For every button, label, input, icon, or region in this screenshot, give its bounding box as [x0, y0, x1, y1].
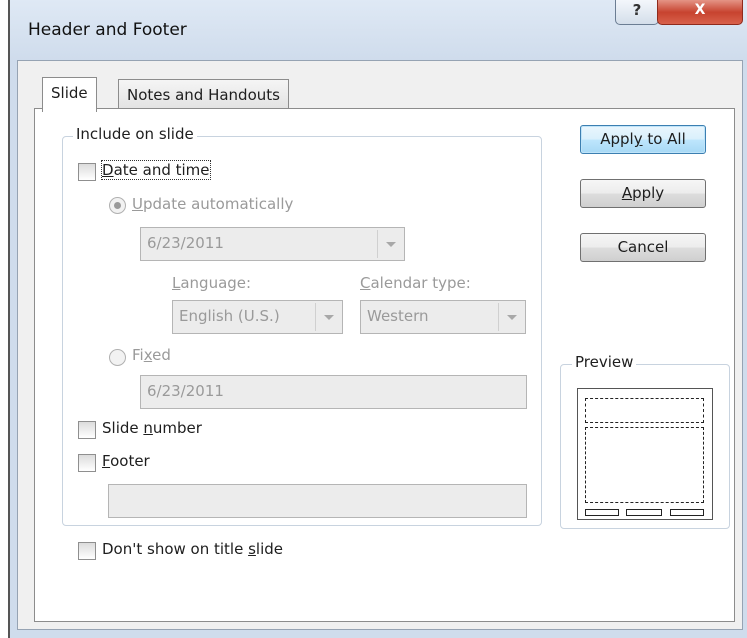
language-dropdown[interactable]: English (U.S.) [172, 300, 343, 334]
slide-number-checkbox[interactable] [78, 421, 96, 439]
help-button[interactable]: ? [615, 0, 659, 25]
preview-title-placeholder [585, 398, 704, 423]
preview-group [560, 364, 730, 529]
footer-label[interactable]: Footer [102, 452, 150, 470]
help-icon: ? [632, 1, 642, 19]
language-label: Language: [172, 274, 252, 292]
chevron-down-icon [315, 303, 340, 331]
title-bar[interactable]: Header and Footer ? X [10, 0, 747, 60]
tab-notes-and-handouts[interactable]: Notes and Handouts [118, 79, 289, 110]
tab-notes-label: Notes and Handouts [127, 86, 280, 104]
date-format-dropdown[interactable]: 6/23/2011 [140, 227, 405, 261]
cancel-button[interactable]: Cancel [580, 233, 706, 262]
fixed-radio[interactable] [109, 349, 126, 366]
tab-slide[interactable]: Slide [42, 77, 97, 112]
tab-slide-label: Slide [51, 84, 88, 102]
dont-show-title-slide-label[interactable]: Don't show on title slide [102, 540, 283, 558]
dialog-window: Header and Footer ? X Slide Notes and Ha… [8, 0, 747, 638]
slide-number-label[interactable]: Slide number [102, 419, 202, 437]
update-automatically-label[interactable]: Update automatically [132, 195, 293, 213]
update-automatically-radio[interactable] [109, 197, 126, 214]
window-title: Header and Footer [28, 20, 187, 40]
chevron-down-icon [377, 230, 402, 258]
include-group-legend: Include on slide [73, 125, 197, 143]
footer-text-input[interactable] [108, 484, 527, 518]
close-button[interactable]: X [657, 0, 743, 25]
calendar-type-label: Calendar type: [360, 274, 471, 292]
apply-to-all-button[interactable]: Apply to All [580, 125, 706, 154]
preview-date-placeholder [585, 509, 619, 516]
footer-checkbox[interactable] [78, 454, 96, 472]
apply-button[interactable]: Apply [580, 179, 706, 208]
language-value: English (U.S.) [179, 307, 280, 325]
preview-legend: Preview [572, 353, 637, 371]
dialog-client: Slide Notes and Handouts Include on slid… [17, 60, 743, 630]
calendar-type-value: Western [367, 307, 429, 325]
date-time-label[interactable]: Date and time [101, 160, 211, 180]
fixed-date-value: 6/23/2011 [147, 382, 224, 400]
preview-footer-placeholder [626, 509, 662, 516]
fixed-date-input[interactable]: 6/23/2011 [140, 375, 527, 409]
calendar-type-dropdown[interactable]: Western [360, 300, 526, 334]
close-icon: X [694, 2, 706, 18]
dont-show-title-slide-checkbox[interactable] [78, 542, 96, 560]
date-format-value: 6/23/2011 [147, 234, 224, 252]
fixed-label[interactable]: Fixed [132, 346, 171, 364]
preview-body-placeholder [585, 427, 704, 503]
preview-slide-thumbnail [577, 388, 713, 520]
slide-tab-panel: Include on slide Date and time Update au… [34, 108, 735, 622]
preview-number-placeholder [670, 509, 704, 516]
chevron-down-icon [498, 303, 523, 331]
date-time-checkbox[interactable] [78, 163, 96, 181]
